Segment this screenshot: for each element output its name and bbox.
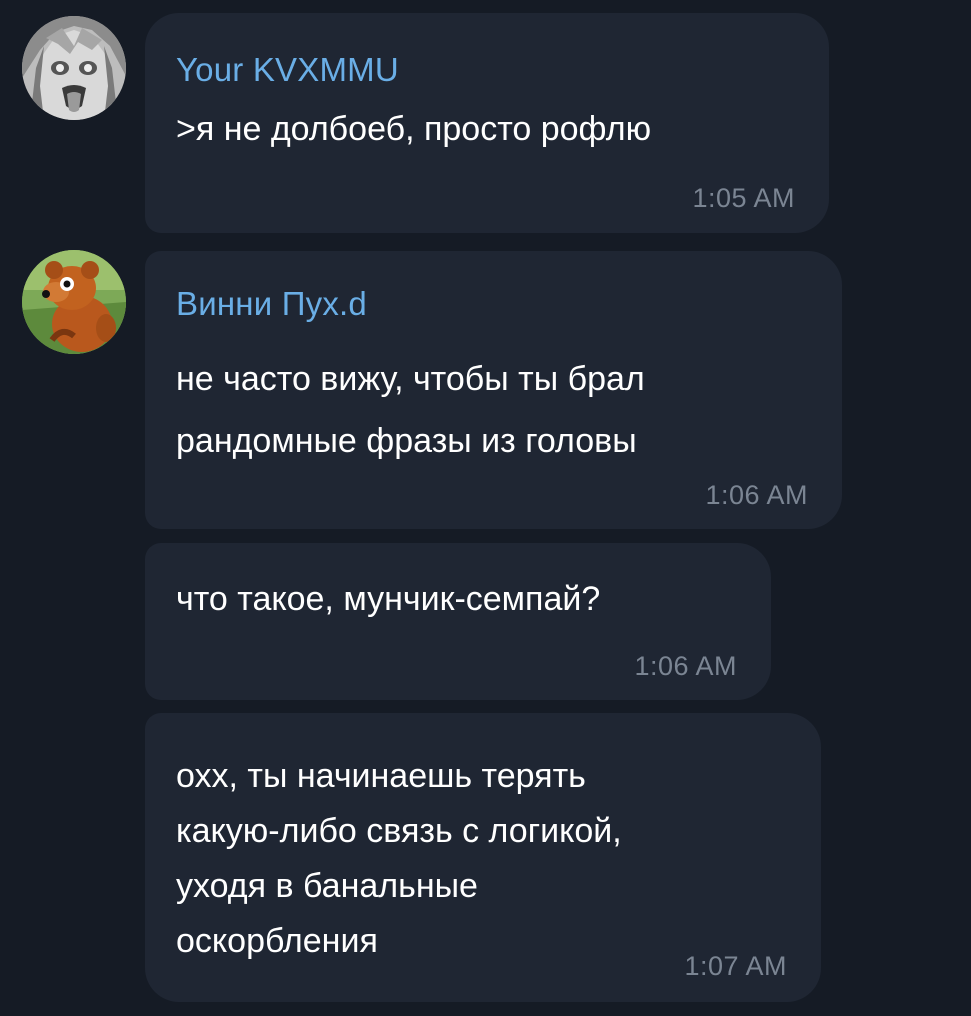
- sender-name[interactable]: Винни Пух.d: [176, 285, 367, 323]
- message-text-line: уходя в банальные: [176, 867, 478, 905]
- message-text-line: рандомные фразы из головы: [176, 422, 637, 460]
- avatar[interactable]: [22, 16, 126, 120]
- message-bubble[interactable]: Винни Пух.d не часто вижу, чтобы ты брал…: [145, 251, 842, 529]
- sender-name[interactable]: Your KVXMMU: [176, 51, 399, 89]
- message-timestamp: 1:07 AM: [684, 951, 787, 981]
- winnie-pooh-avatar-icon: [22, 250, 126, 354]
- message-timestamp: 1:05 AM: [692, 183, 795, 213]
- message-text: не часто вижу, чтобы ты брал рандомные ф…: [176, 348, 645, 472]
- message-text: >я не долбоеб, просто рофлю: [176, 109, 651, 149]
- message-bubble[interactable]: охх, ты начинаешь терять какую-либо связ…: [145, 713, 821, 1002]
- message-timestamp: 1:06 AM: [705, 480, 808, 510]
- message-text: что такое, мунчик-семпай?: [176, 579, 600, 619]
- message-text: охх, ты начинаешь терять какую-либо связ…: [176, 749, 622, 969]
- message-text-line: какую-либо связь с логикой,: [176, 812, 622, 850]
- anime-girl-avatar-icon: [22, 16, 126, 120]
- message-text-line: не часто вижу, чтобы ты брал: [176, 360, 645, 398]
- message-text-line: оскорбления: [176, 922, 378, 960]
- message-bubble[interactable]: Your KVXMMU >я не долбоеб, просто рофлю …: [145, 13, 829, 233]
- message-timestamp: 1:06 AM: [634, 651, 737, 681]
- avatar[interactable]: [22, 250, 126, 354]
- message-text-line: охх, ты начинаешь терять: [176, 757, 586, 795]
- message-text-line: что такое, мунчик-семпай?: [176, 580, 601, 618]
- message-text-line: >я не долбоеб, просто рофлю: [176, 110, 652, 148]
- message-bubble[interactable]: что такое, мунчик-семпай? 1:06 AM: [145, 543, 771, 700]
